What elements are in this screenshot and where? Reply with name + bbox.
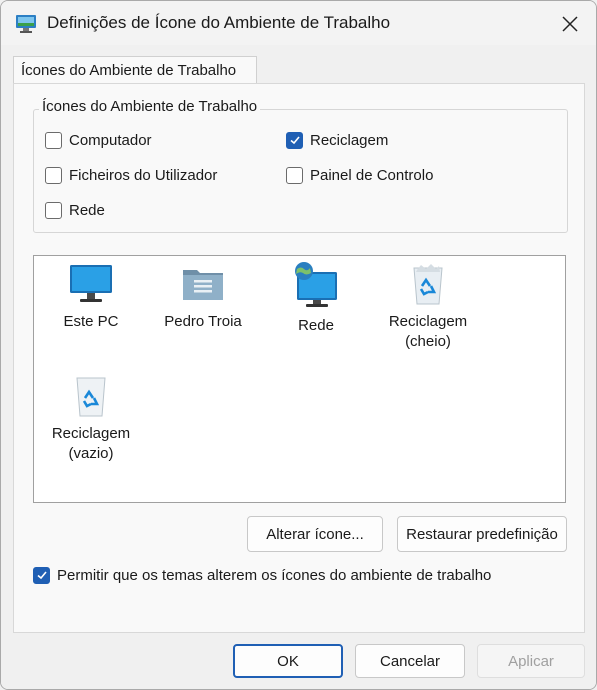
checkbox-label: Permitir que os temas alterem os ícones … xyxy=(57,566,492,584)
list-item-reciclagem-cheio[interactable]: Reciclagem (cheio) xyxy=(373,262,483,352)
restore-default-button[interactable]: Restaurar predefinição xyxy=(397,516,567,552)
ok-button[interactable]: OK xyxy=(233,644,343,678)
checkbox-label: Ficheiros do Utilizador xyxy=(69,166,218,184)
item-label: Pedro Troia xyxy=(164,313,242,330)
tab-label: Ícones do Ambiente de Trabalho xyxy=(21,62,237,79)
change-icon-button[interactable]: Alterar ícone... xyxy=(247,516,383,552)
list-item-este-pc[interactable]: Este PC xyxy=(36,262,146,332)
cancel-button[interactable]: Cancelar xyxy=(355,644,465,678)
checkbox-label: Rede xyxy=(69,201,105,219)
monitor-icon xyxy=(70,265,112,302)
checkbox-painel-controlo[interactable]: Painel de Controlo xyxy=(286,164,433,186)
window-title: Definições de Ícone do Ambiente de Traba… xyxy=(47,13,391,32)
checkmark-icon xyxy=(289,136,300,145)
item-label: Reciclagem (vazio) xyxy=(51,425,131,462)
user-folder-icon xyxy=(183,270,223,300)
checkbox-label: Reciclagem xyxy=(310,131,389,149)
title-bar[interactable]: Definições de Ícone do Ambiente de Traba… xyxy=(1,1,596,45)
network-monitor-icon xyxy=(295,262,337,307)
close-button[interactable] xyxy=(555,9,585,39)
recycle-bin-empty-icon xyxy=(76,377,106,417)
checkbox-allow-themes[interactable]: Permitir que os temas alterem os ícones … xyxy=(33,564,491,586)
checkbox-box[interactable] xyxy=(33,566,50,584)
item-label: Este PC xyxy=(63,313,119,330)
checkbox-reciclagem[interactable]: Reciclagem xyxy=(286,129,388,151)
checkmark-icon xyxy=(36,571,47,580)
close-icon xyxy=(562,16,578,32)
checkbox-box[interactable] xyxy=(286,166,303,184)
list-item-reciclagem-vazio[interactable]: Reciclagem (vazio) xyxy=(36,374,146,464)
checkbox-box[interactable] xyxy=(45,131,62,149)
tab-desktop-icons[interactable]: Ícones do Ambiente de Trabalho xyxy=(13,56,257,84)
checkbox-box[interactable] xyxy=(45,166,62,184)
groupbox-legend: Ícones do Ambiente de Trabalho xyxy=(39,98,261,115)
list-item-pedro-troia[interactable]: Pedro Troia xyxy=(148,262,258,332)
icon-list[interactable]: Este PC Pedro Troia Rede Reciclagem (che… xyxy=(33,255,566,503)
item-label: Rede xyxy=(298,317,334,334)
checkbox-box[interactable] xyxy=(286,131,303,149)
checkbox-label: Painel de Controlo xyxy=(310,166,434,184)
dialog-window: Definições de Ícone do Ambiente de Traba… xyxy=(0,0,597,690)
checkbox-label: Computador xyxy=(69,131,152,149)
checkbox-box[interactable] xyxy=(45,201,62,219)
list-item-rede[interactable]: Rede xyxy=(261,262,371,336)
item-label: Reciclagem (cheio) xyxy=(388,313,468,350)
apply-button[interactable]: Aplicar xyxy=(477,644,585,678)
checkbox-rede[interactable]: Rede xyxy=(45,199,105,221)
checkbox-computador[interactable]: Computador xyxy=(45,129,152,151)
desktop-settings-icon xyxy=(16,15,36,33)
recycle-bin-full-icon xyxy=(413,264,443,305)
checkbox-ficheiros-utilizador[interactable]: Ficheiros do Utilizador xyxy=(45,164,217,186)
